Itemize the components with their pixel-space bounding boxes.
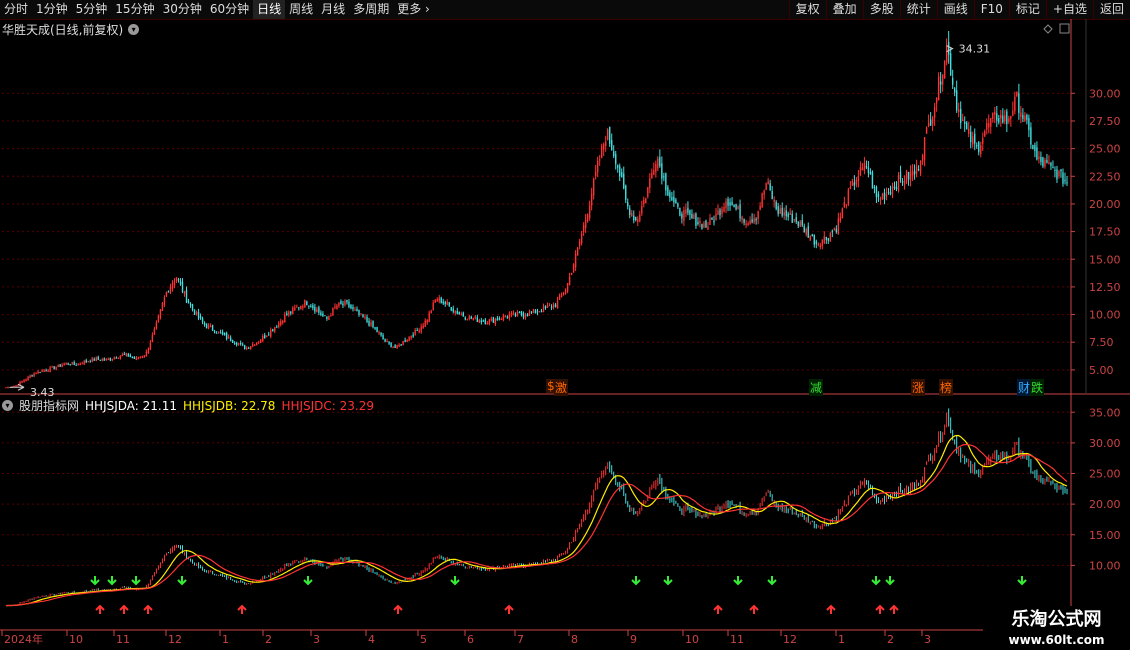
x-tick-label: 4: [368, 633, 375, 646]
sell-arrow-icon: [767, 576, 777, 586]
buy-arrow-icon: [95, 604, 105, 614]
x-tick-label: 1: [222, 633, 229, 646]
y-tick-label: 30.00: [1089, 87, 1121, 100]
window-icon: [1059, 23, 1070, 34]
y-tick-label: 15.00: [1089, 253, 1121, 266]
buy-arrow-icon: [143, 604, 153, 614]
buy-arrow-icon: [119, 604, 129, 614]
y-tick-label: 15.00: [1089, 529, 1121, 542]
y-tick-label: 10.00: [1089, 559, 1121, 572]
indicator-c-label: HHJSJDC: 23.29: [281, 398, 375, 413]
y-tick-label: 7.50: [1089, 336, 1114, 349]
y-tick-label: 27.50: [1089, 115, 1121, 128]
sell-arrow-icon: [450, 576, 460, 586]
x-tick-label: 9: [630, 633, 637, 646]
buy-arrow-icon: [393, 604, 403, 614]
x-tick-label: 8: [571, 633, 578, 646]
x-tick-label: 3: [313, 633, 320, 646]
x-tick-label: 2: [265, 633, 272, 646]
high-marker-arrow: [946, 45, 954, 53]
buy-arrow-icon: [889, 604, 899, 614]
sell-arrow-icon: [107, 576, 117, 586]
y-tick-label: 35.00: [1089, 406, 1121, 419]
y-tick-label: 12.50: [1089, 281, 1121, 294]
event-marker[interactable]: 财: [1017, 379, 1032, 396]
ma-line-c: [5, 444, 1068, 607]
stock-title: 华胜天成(日线,前复权): [2, 23, 124, 37]
x-tick-label: 2024年: [4, 632, 43, 646]
brand-url: www.60lt.com: [1008, 633, 1105, 647]
event-marker[interactable]: 激: [554, 379, 569, 396]
x-tick-label: 12: [168, 633, 182, 646]
x-tick-label: 7: [517, 633, 524, 646]
y-tick-label: 5.00: [1089, 364, 1114, 377]
buy-arrow-icon: [826, 604, 836, 614]
y-tick-label: 17.50: [1089, 226, 1121, 239]
x-tick-label: 3: [924, 633, 931, 646]
y-tick-label: 22.50: [1089, 170, 1121, 183]
x-tick-label: 6: [467, 633, 474, 646]
event-marker[interactable]: 榜: [939, 379, 954, 396]
buy-arrow-icon: [875, 604, 885, 614]
diamond-icon: [1043, 24, 1053, 34]
brand-name: 乐淘公式网: [1011, 609, 1102, 630]
x-tick-label: 10: [69, 633, 83, 646]
indicator-title: ▾ 股朋指标网 HHJSJDA: 21.11 HHJSJDB: 22.78 HH…: [2, 397, 374, 414]
y-tick-label: 30.00: [1089, 437, 1121, 450]
main-chart-title: 华胜天成(日线,前复权) ▾: [2, 21, 140, 38]
x-tick-label: 11: [116, 633, 130, 646]
event-marker[interactable]: 跌: [1030, 379, 1045, 396]
chevron-down-icon[interactable]: ▾: [128, 24, 140, 35]
event-marker[interactable]: 减: [809, 379, 824, 396]
sell-arrow-icon: [177, 576, 187, 586]
y-tick-label: 20.00: [1089, 498, 1121, 511]
indicator-name: 股朋指标网: [19, 399, 80, 413]
buy-arrow-icon: [713, 604, 723, 614]
high-price-label: 34.31: [959, 43, 991, 56]
x-tick-label: 5: [420, 633, 427, 646]
x-tick-label: 2: [887, 633, 894, 646]
sell-arrow-icon: [871, 576, 881, 586]
buy-arrow-icon: [237, 604, 247, 614]
event-marker[interactable]: 涨: [911, 379, 926, 396]
indicator-b-label: HHJSJDB: 22.78: [183, 398, 276, 413]
y-tick-label: 20.00: [1089, 198, 1121, 211]
sell-arrow-icon: [90, 576, 100, 586]
buy-arrow-icon: [504, 604, 514, 614]
x-tick-label: 10: [685, 633, 699, 646]
sell-arrow-icon: [663, 576, 673, 586]
sell-arrow-icon: [631, 576, 641, 586]
sell-arrow-icon: [303, 576, 313, 586]
low-marker-arrow: [10, 383, 25, 391]
y-tick-label: 10.00: [1089, 309, 1121, 322]
brand-watermark: 乐淘公式网 www.60lt.com: [983, 606, 1130, 650]
x-tick-label: 12: [783, 633, 797, 646]
sell-arrow-icon: [131, 576, 141, 586]
sell-arrow-icon: [1017, 576, 1027, 586]
x-tick-label: 1: [838, 633, 845, 646]
x-tick-label: 11: [730, 633, 744, 646]
y-tick-label: 25.00: [1089, 468, 1121, 481]
indicator-a-label: HHJSJDA: 21.11: [85, 398, 177, 413]
sell-arrow-icon: [885, 576, 895, 586]
chevron-down-icon[interactable]: ▾: [2, 400, 13, 411]
sell-arrow-icon: [733, 576, 743, 586]
buy-arrow-icon: [749, 604, 759, 614]
stock-chart[interactable]: 5.007.5010.0012.5015.0017.5020.0022.5025…: [0, 0, 1130, 650]
y-tick-label: 25.00: [1089, 143, 1121, 156]
